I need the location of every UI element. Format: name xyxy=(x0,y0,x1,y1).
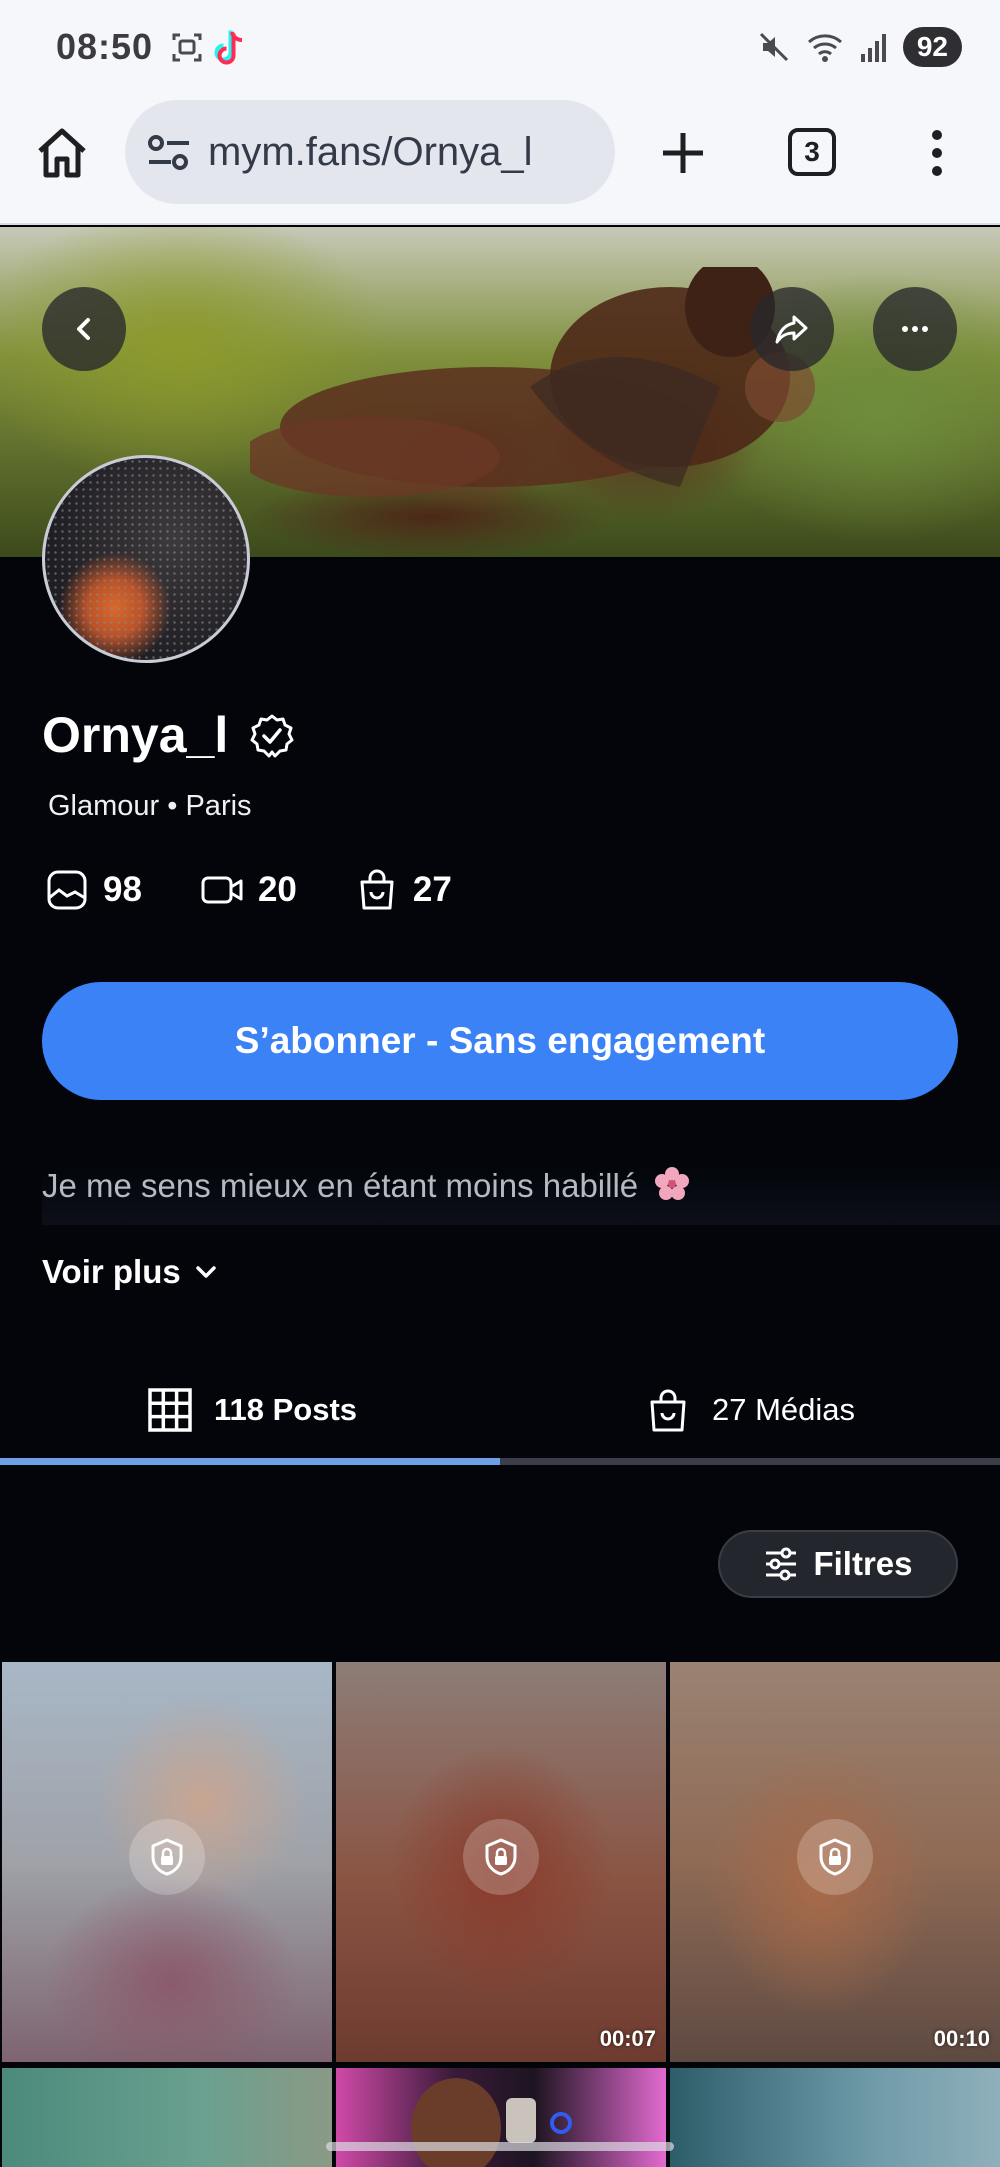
battery-badge: 92 xyxy=(902,27,962,67)
lock-shield-icon xyxy=(485,1838,517,1876)
profile-stats: 98 20 27 xyxy=(45,868,452,912)
see-more-label: Voir plus xyxy=(42,1253,181,1290)
stat-photos: 98 xyxy=(45,868,142,912)
tab-indicator-track xyxy=(0,1458,1000,1465)
lock-shield-icon xyxy=(819,1838,851,1876)
post-tile[interactable] xyxy=(2,1662,332,2062)
post-tile[interactable]: 00:10 xyxy=(670,1662,1000,2062)
stat-videos-value: 20 xyxy=(257,870,297,909)
lock-shield-icon xyxy=(151,1838,183,1876)
browser-toolbar: mym.fans/Ornya_l 3 xyxy=(0,95,1000,225)
bio-text: Je me sens mieux en étant moins habillé xyxy=(42,1167,639,1204)
stat-medias-value: 27 xyxy=(412,870,452,909)
signal-icon xyxy=(860,34,886,62)
tiktok-icon xyxy=(214,30,243,65)
filters-icon xyxy=(766,1547,797,1581)
back-button[interactable] xyxy=(42,287,126,371)
wifi-icon xyxy=(807,34,842,62)
video-duration: 00:07 xyxy=(599,2026,656,2051)
tab-posts-label: 118 Posts xyxy=(214,1392,358,1427)
lock-badge xyxy=(129,1819,205,1895)
post-tile[interactable] xyxy=(336,2068,666,2167)
shopping-bag-icon xyxy=(650,1389,686,1432)
post-tile[interactable] xyxy=(2,2068,332,2167)
stat-photos-value: 98 xyxy=(103,870,142,909)
more-horizontal-icon xyxy=(902,326,928,332)
lock-badge xyxy=(797,1819,873,1895)
stat-videos: 20 xyxy=(200,868,297,912)
subscribe-button[interactable]: S’abonner - Sans engagement xyxy=(42,982,958,1100)
new-tab-icon[interactable] xyxy=(655,125,711,181)
photo-icon xyxy=(47,870,87,910)
grid-icon xyxy=(148,1388,192,1432)
video-icon xyxy=(201,876,243,904)
tab-switcher-button[interactable]: 3 xyxy=(788,128,836,176)
verified-badge-icon xyxy=(250,714,294,758)
cherry-blossom-icon xyxy=(655,1167,690,1200)
see-more-button[interactable]: Voir plus xyxy=(42,1253,219,1291)
tab-posts[interactable]: 118 Posts xyxy=(146,1360,357,1460)
profile-subtitle: Glamour • Paris xyxy=(48,790,252,822)
address-bar[interactable]: mym.fans/Ornya_l xyxy=(125,100,615,204)
tab-medias-label: 27 Médias xyxy=(712,1392,856,1427)
profile-username: Ornya_l xyxy=(42,707,229,763)
site-settings-icon[interactable] xyxy=(147,134,191,172)
more-options-button[interactable] xyxy=(873,287,957,371)
share-button[interactable] xyxy=(750,287,834,371)
filters-button[interactable]: Filtres xyxy=(718,1530,958,1598)
status-right: 92 xyxy=(757,26,962,68)
browser-menu-icon[interactable] xyxy=(920,125,954,181)
chevron-down-icon xyxy=(196,1266,216,1278)
avatar[interactable] xyxy=(42,455,250,663)
profile-bio: Je me sens mieux en étant moins habillé xyxy=(42,1165,1000,1225)
filters-label: Filtres xyxy=(813,1545,913,1582)
home-indicator[interactable] xyxy=(326,2142,674,2151)
stat-medias: 27 xyxy=(355,868,452,912)
status-time: 08:50 xyxy=(56,26,154,67)
screenshot-icon xyxy=(172,33,202,62)
shopping-bag-icon xyxy=(360,869,394,910)
url-text[interactable]: mym.fans/Ornya_l xyxy=(208,130,603,175)
post-tile[interactable]: 00:07 xyxy=(336,1662,666,2062)
tab-medias[interactable]: 27 Médias xyxy=(644,1360,855,1460)
home-icon[interactable] xyxy=(34,125,90,181)
lock-badge xyxy=(463,1819,539,1895)
status-bar: 08:50 92 xyxy=(0,0,1000,95)
post-thumbnail-figure xyxy=(411,2078,572,2167)
post-tile[interactable] xyxy=(670,2068,1000,2167)
chevron-left-icon xyxy=(77,318,90,340)
share-icon xyxy=(775,315,808,344)
mute-icon xyxy=(759,32,788,62)
video-duration: 00:10 xyxy=(933,2026,990,2051)
tab-active-indicator xyxy=(0,1458,500,1465)
